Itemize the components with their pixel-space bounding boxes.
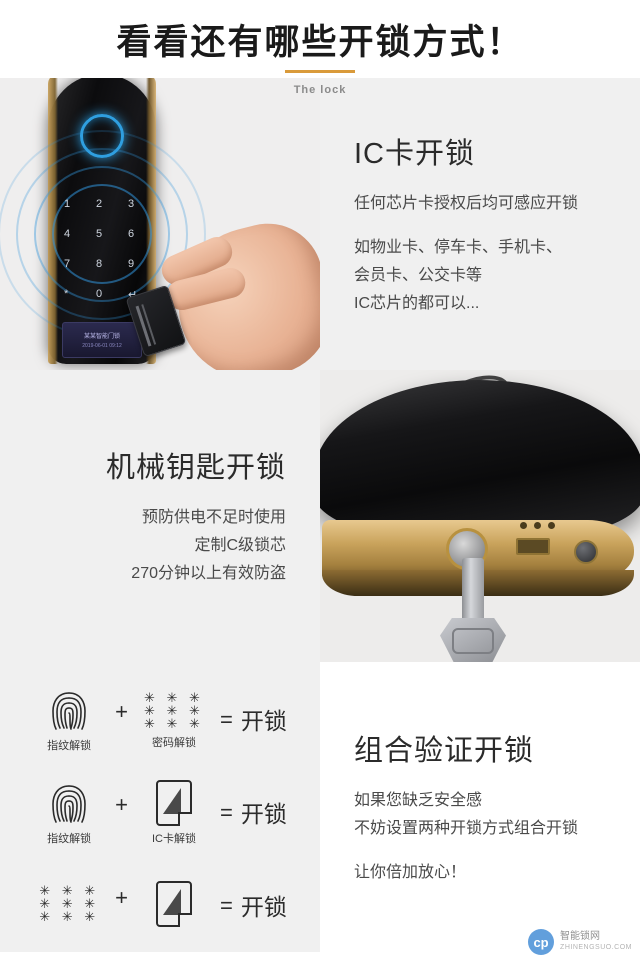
indicator-dot xyxy=(520,522,527,529)
combo-equals: = xyxy=(220,892,233,918)
keypad-key: 3 xyxy=(128,198,135,210)
combo-left-item: ✳ ✳ ✳ ✳ ✳ ✳ ✳ ✳ ✳ xyxy=(33,884,105,927)
ic-card-line-5: IC芯片的都可以... xyxy=(354,295,480,312)
card-corner-fold xyxy=(178,912,192,927)
ic-card-text-panel: IC卡开锁 任何芯片卡授权后均可感应开锁 如物业卡、停车卡、手机卡、 会员卡、公… xyxy=(320,78,640,370)
mechanical-key-text-panel: 机械钥匙开锁 预防供电不足时使用 定制C级锁芯 270分钟以上有效防盗 xyxy=(0,370,320,662)
combo-row: ✳ ✳ ✳ ✳ ✳ ✳ ✳ ✳ ✳ + = 开锁 xyxy=(0,862,320,950)
lock-screen-line2: 2019-06-01 09:12 xyxy=(82,343,122,349)
combination-text-block: 组合验证开锁 如果您缺乏安全感 不妨设置两种开锁方式组合开锁 让你倍加放心！ xyxy=(320,662,640,952)
mechanical-key-line-3: 270分钟以上有效防盗 xyxy=(131,565,286,582)
indicator-dot xyxy=(548,522,555,529)
combo-operator: + xyxy=(115,884,128,910)
watermark-text: 智能锁网 ZHINENGSUO.COM xyxy=(560,931,632,953)
password-stars-icon: ✳ ✳ ✳ ✳ ✳ ✳ ✳ ✳ ✳ xyxy=(144,689,204,731)
combination-line-1: 如果您缺乏安全感 xyxy=(354,792,483,809)
lock-screen-line1: 某某智能门锁 xyxy=(83,334,120,340)
fingerprint-icon xyxy=(52,785,86,823)
section-ic-card: 1 2 3 4 5 6 7 8 9 * 0 ↵ 某某智能门锁 2019-06-0… xyxy=(0,78,640,370)
combo-result: 开锁 xyxy=(240,800,287,827)
combo-equals: = xyxy=(220,707,233,733)
keypad-key: 1 xyxy=(64,198,71,210)
ic-card-line-1: 任何芯片卡授权后均可感应开锁 xyxy=(354,195,579,212)
key-head-inner xyxy=(452,628,494,654)
password-stars-icon: ✳ ✳ ✳ ✳ ✳ ✳ ✳ ✳ ✳ xyxy=(39,883,100,925)
keypad-key: 4 xyxy=(64,228,71,240)
mechanical-key-photo xyxy=(320,370,640,662)
lock-knob xyxy=(574,540,598,564)
ic-card-title: IC卡开锁 xyxy=(354,138,476,170)
section-mechanical-key: 机械钥匙开锁 预防供电不足时使用 定制C级锁芯 270分钟以上有效防盗 xyxy=(0,370,640,662)
keypad-key: 6 xyxy=(128,228,135,240)
title-underline xyxy=(285,70,355,73)
watermark-title: 智能锁网 xyxy=(560,931,601,942)
combo-result: 开锁 xyxy=(240,893,287,920)
combo-operator: + xyxy=(115,699,128,725)
combo-result-wrap: = 开锁 xyxy=(210,795,287,831)
combo-left-label: 指纹解锁 xyxy=(47,832,92,845)
combination-text-panel: 组合验证开锁 如果您缺乏安全感 不妨设置两种开锁方式组合开锁 让你倍加放心！ xyxy=(320,662,640,952)
keypad-key: 5 xyxy=(96,228,103,240)
combo-result-wrap: = 开锁 xyxy=(210,702,287,738)
card-corner-fold xyxy=(178,811,192,826)
keypad-key: 0 xyxy=(96,288,103,300)
mechanical-key-line-2: 定制C级锁芯 xyxy=(194,537,286,554)
combo-result: 开锁 xyxy=(240,708,287,735)
keypad-key: * xyxy=(64,288,69,300)
combo-result-wrap: = 开锁 xyxy=(210,888,287,924)
mechanical-key-text-block: 机械钥匙开锁 预防供电不足时使用 定制C级锁芯 270分钟以上有效防盗 xyxy=(0,370,320,662)
fingerprint-icon xyxy=(52,692,86,731)
usb-port-icon xyxy=(516,538,550,555)
page-title: 看看还有哪些开锁方式！ xyxy=(116,22,524,62)
page-root: 看看还有哪些开锁方式！ The lock 1 2 3 4 5 6 7 8 9 *… xyxy=(0,0,640,963)
watermark-logo-icon: cp xyxy=(528,929,555,955)
mechanical-key-line-1: 预防供电不足时使用 xyxy=(141,509,286,526)
combo-right-item xyxy=(138,880,210,931)
keypad-key: 7 xyxy=(64,258,71,270)
combo-right-item: ✳ ✳ ✳ ✳ ✳ ✳ ✳ ✳ ✳ 密码解锁 xyxy=(138,691,210,750)
keypad-key: 9 xyxy=(128,258,135,270)
ic-card-icon xyxy=(156,880,192,927)
lock-display-screen: 某某智能门锁 2019-06-01 09:12 xyxy=(62,322,142,358)
combo-row: 指纹解锁 + IC卡解锁 = 开锁 xyxy=(0,769,320,857)
combination-line-4: 让你倍加放心！ xyxy=(354,864,467,881)
ic-card-icon xyxy=(156,779,192,826)
keypad-key: 8 xyxy=(96,258,103,270)
combo-right-item: IC卡解锁 xyxy=(138,779,210,846)
watermark: cp 智能锁网 ZHINENGSUO.COM xyxy=(528,929,632,955)
combo-right-label: 密码解锁 xyxy=(152,736,196,749)
combo-left-label: 指纹解锁 xyxy=(47,740,92,753)
combo-equals: = xyxy=(220,799,233,825)
keypad-key: 2 xyxy=(96,198,103,210)
title-underline-wrap xyxy=(0,70,640,73)
ic-card-line-4: 会员卡、公交卡等 xyxy=(354,267,483,284)
key-shaft-shape xyxy=(462,558,484,624)
combination-icon-panel: 指纹解锁 + ✳ ✳ ✳ ✳ ✳ ✳ ✳ ✳ ✳ 密码解锁 = 开锁 指纹解锁 … xyxy=(0,662,320,952)
combo-right-label: IC卡解锁 xyxy=(152,832,196,845)
combo-operator: + xyxy=(115,791,128,817)
page-header: 看看还有哪些开锁方式！ xyxy=(0,0,640,78)
indicator-dot xyxy=(534,522,541,529)
ic-card-photo: 1 2 3 4 5 6 7 8 9 * 0 ↵ 某某智能门锁 2019-06-0… xyxy=(0,78,320,370)
lock-top-cover xyxy=(320,380,640,540)
ic-card-text-block: IC卡开锁 任何芯片卡授权后均可感应开锁 如物业卡、停车卡、手机卡、 会员卡、公… xyxy=(320,78,640,370)
combo-left-item: 指纹解锁 xyxy=(33,687,105,753)
mechanical-key-title: 机械钥匙开锁 xyxy=(105,452,286,484)
combo-row: 指纹解锁 + ✳ ✳ ✳ ✳ ✳ ✳ ✳ ✳ ✳ 密码解锁 = 开锁 xyxy=(0,676,320,764)
combo-left-item: 指纹解锁 xyxy=(33,780,105,846)
combination-title: 组合验证开锁 xyxy=(354,735,535,767)
watermark-subtitle: ZHINENGSUO.COM xyxy=(560,944,632,951)
section-combination: 指纹解锁 + ✳ ✳ ✳ ✳ ✳ ✳ ✳ ✳ ✳ 密码解锁 = 开锁 指纹解锁 … xyxy=(0,662,640,952)
section-sub-label: The lock xyxy=(293,84,347,96)
ic-card-line-3: 如物业卡、停车卡、手机卡、 xyxy=(354,239,563,256)
combination-line-2: 不妨设置两种开锁方式组合开锁 xyxy=(354,820,579,837)
